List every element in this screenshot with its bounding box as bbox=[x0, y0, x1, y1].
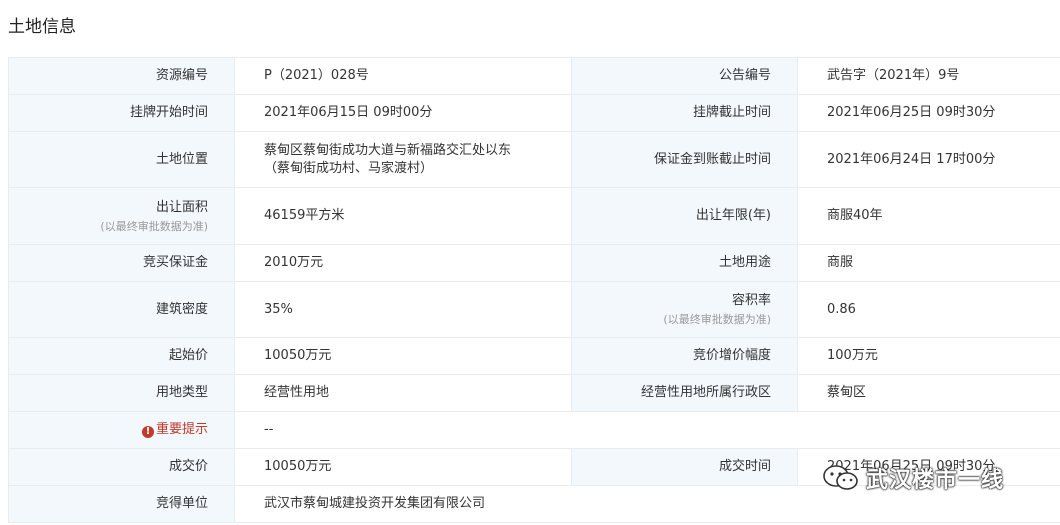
table-row: 竞买保证金 2010万元 土地用途 商服 bbox=[8, 244, 1060, 282]
field-label: 挂牌截止时间 bbox=[571, 94, 798, 132]
field-value: P（2021）028号 bbox=[234, 57, 572, 95]
field-label: 保证金到账截止时间 bbox=[571, 131, 798, 188]
field-label: 成交价 bbox=[8, 448, 235, 486]
field-value: 经营性用地 bbox=[234, 374, 572, 412]
field-value: 0.86 bbox=[797, 281, 1060, 338]
field-label: 成交时间 bbox=[571, 448, 798, 486]
field-value: 46159平方米 bbox=[234, 187, 572, 245]
label-text: 土地用途 bbox=[718, 255, 771, 270]
label-text: 公告编号 bbox=[718, 68, 771, 83]
field-label: 出让年限(年) bbox=[571, 187, 798, 245]
field-label: 出让面积 (以最终审批数据为准) bbox=[8, 187, 235, 245]
field-label: 土地用途 bbox=[571, 244, 798, 282]
label-text: 竞价增价幅度 bbox=[692, 348, 771, 363]
label-note: (以最终审批数据为准) bbox=[663, 313, 771, 326]
page-title: 土地信息 bbox=[8, 17, 76, 37]
field-value: 35% bbox=[234, 281, 572, 338]
field-label: 土地位置 bbox=[8, 131, 235, 188]
label-text: 保证金到账截止时间 bbox=[653, 151, 771, 167]
table-row: 建筑密度 35% 容积率 (以最终审批数据为准) 0.86 bbox=[8, 281, 1060, 338]
field-value: 商服40年 bbox=[797, 187, 1060, 245]
important-notice-label: ! 重要提示 bbox=[8, 411, 235, 449]
field-label: 竞得单位 bbox=[8, 485, 235, 523]
label-text: 出让年限(年) bbox=[695, 208, 771, 223]
label-text: 资源编号 bbox=[155, 68, 208, 83]
table-row: 起始价 10050万元 竞价增价幅度 100万元 bbox=[8, 337, 1060, 375]
table-row: 挂牌开始时间 2021年06月15日 09时00分 挂牌截止时间 2021年06… bbox=[8, 94, 1060, 132]
field-value: 10050万元 bbox=[234, 337, 572, 375]
watermark: 武汉楼市一线 bbox=[822, 462, 1004, 494]
field-label: 建筑密度 bbox=[8, 281, 235, 338]
label-text: 建筑密度 bbox=[155, 301, 208, 317]
wechat-icon bbox=[823, 465, 858, 490]
location-line-2: （蔡甸街成功村、马家渡村） bbox=[264, 160, 434, 176]
label-text: 重要提示 bbox=[155, 422, 208, 437]
label-text: 成交时间 bbox=[718, 459, 771, 474]
label-text: 挂牌开始时间 bbox=[129, 105, 208, 120]
table-row: 出让面积 (以最终审批数据为准) 46159平方米 出让年限(年) 商服40年 bbox=[8, 187, 1060, 245]
field-value: 10050万元 bbox=[234, 448, 572, 486]
field-label: 资源编号 bbox=[8, 57, 235, 95]
label-text: 用地类型 bbox=[155, 385, 208, 400]
important-notice-value: -- bbox=[234, 411, 1060, 449]
field-value: 2010万元 bbox=[234, 244, 572, 282]
field-label: 起始价 bbox=[8, 337, 235, 375]
label-text: 出让面积 bbox=[155, 199, 208, 215]
label-text: 挂牌截止时间 bbox=[692, 105, 771, 120]
location-line-1: 蔡甸区蔡甸街成功大道与新福路交汇处以东 bbox=[264, 142, 512, 158]
table-row: ! 重要提示 -- bbox=[8, 411, 1060, 449]
field-label: 竞价增价幅度 bbox=[571, 337, 798, 375]
field-value: 武告字（2021年）9号 bbox=[797, 57, 1060, 95]
field-label: 容积率 (以最终审批数据为准) bbox=[571, 281, 798, 338]
land-info-table: 资源编号 P（2021）028号 公告编号 武告字（2021年）9号 挂牌开始时… bbox=[8, 57, 1060, 523]
field-value: 2021年06月15日 09时00分 bbox=[234, 94, 572, 132]
table-row: 资源编号 P（2021）028号 公告编号 武告字（2021年）9号 bbox=[8, 57, 1060, 95]
field-label: 经营性用地所属行政区 bbox=[571, 374, 798, 412]
table-row: 用地类型 经营性用地 经营性用地所属行政区 蔡甸区 bbox=[8, 374, 1060, 412]
label-text: 经营性用地所属行政区 bbox=[640, 385, 771, 400]
field-label: 公告编号 bbox=[571, 57, 798, 95]
label-text: 成交价 bbox=[168, 459, 208, 474]
field-value: 商服 bbox=[797, 244, 1060, 282]
watermark-text: 武汉楼市一线 bbox=[866, 468, 1005, 493]
label-text: 竞得单位 bbox=[155, 496, 208, 511]
field-value: 100万元 bbox=[797, 337, 1060, 375]
label-text: 竞买保证金 bbox=[142, 255, 208, 270]
label-text: 土地位置 bbox=[155, 151, 208, 167]
label-note: (以最终审批数据为准) bbox=[100, 219, 208, 233]
field-label: 挂牌开始时间 bbox=[8, 94, 235, 132]
field-value: 2021年06月25日 09时30分 bbox=[797, 94, 1060, 132]
label-text: 起始价 bbox=[168, 348, 208, 363]
field-value: 蔡甸区 bbox=[797, 374, 1060, 412]
exclamation-icon: ! bbox=[141, 426, 154, 438]
field-label: 用地类型 bbox=[8, 374, 235, 412]
label-text: 容积率 bbox=[731, 293, 771, 308]
field-value: 蔡甸区蔡甸街成功大道与新福路交汇处以东 （蔡甸街成功村、马家渡村） bbox=[234, 131, 572, 188]
field-label: 竞买保证金 bbox=[8, 244, 235, 282]
table-row: 土地位置 蔡甸区蔡甸街成功大道与新福路交汇处以东 （蔡甸街成功村、马家渡村） 保… bbox=[8, 131, 1060, 188]
field-value: 2021年06月24日 17时00分 bbox=[797, 131, 1060, 188]
